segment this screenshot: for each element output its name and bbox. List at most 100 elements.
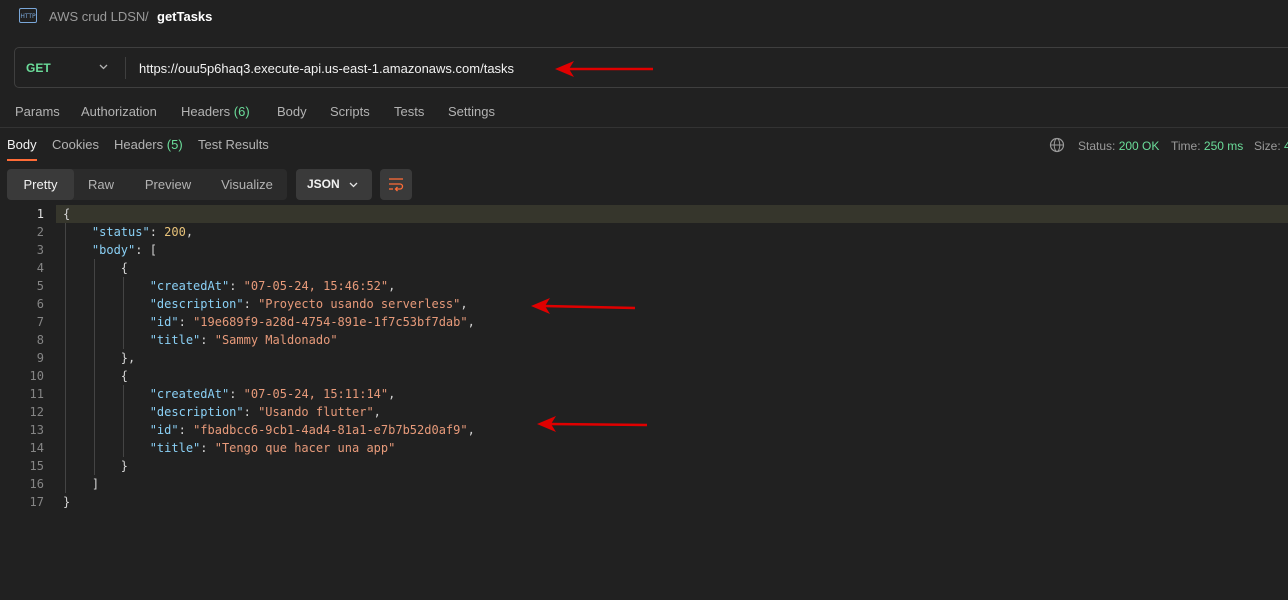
line-number: 16 [29, 477, 44, 491]
response-tab-test-results[interactable]: Test Results [198, 137, 269, 152]
chevron-down-icon[interactable] [99, 64, 108, 70]
line-number: 1 [36, 207, 44, 221]
annotation-arrow-icon [555, 61, 653, 77]
breadcrumb-collection[interactable]: AWS crud LDSN [49, 9, 145, 24]
tab-tests[interactable]: Tests [394, 104, 424, 119]
line-number: 17 [29, 495, 44, 509]
code-line: } [63, 457, 475, 475]
response-tab-headers-label: Headers [114, 137, 164, 152]
json-key: "id" [149, 315, 179, 329]
line-number: 14 [29, 441, 44, 455]
globe-icon[interactable] [1049, 137, 1065, 153]
tab-body[interactable]: Body [277, 104, 307, 119]
json-key: "status" [91, 225, 150, 239]
line-number: 10 [29, 369, 44, 383]
json-brace: } [120, 351, 129, 365]
annotation-arrow-icon [537, 416, 648, 432]
json-key: "createdAt" [149, 387, 230, 401]
annotation-arrow-icon [531, 298, 636, 314]
line-number: 13 [29, 423, 44, 437]
code-line: { [63, 259, 475, 277]
time-value: 250 ms [1203, 139, 1244, 153]
format-preview[interactable]: Preview [131, 169, 205, 200]
code-line: "title": "Sammy Maldonado" [149, 333, 338, 347]
http-request-icon: HTTP [19, 8, 37, 23]
json-key: "title" [149, 441, 201, 455]
json-string: "Usando flutter" [258, 405, 374, 419]
wrap-text-icon [389, 178, 404, 192]
time-label: Time: [1171, 139, 1201, 153]
line-number: 2 [36, 225, 44, 239]
line-number: 15 [29, 459, 44, 473]
code-line: "id": "19e689f9-a28d-4754-891e-1f7c53bf7… [149, 315, 475, 329]
tab-params[interactable]: Params [15, 104, 60, 119]
response-tab-cookies[interactable]: Cookies [52, 137, 99, 152]
tab-headers[interactable]: Headers (6) [181, 104, 250, 119]
response-tab-headers[interactable]: Headers (5) [114, 137, 183, 152]
json-brace: } [63, 495, 71, 509]
response-tab-body[interactable]: Body [7, 137, 37, 152]
format-toggle-group: Pretty Raw Preview Visualize [7, 169, 287, 200]
json-key: "createdAt" [149, 279, 230, 293]
tab-scripts[interactable]: Scripts [330, 104, 370, 119]
response-time[interactable]: Time: 250 ms [1171, 139, 1243, 153]
code-line: ] [63, 475, 475, 493]
line-number: 5 [36, 279, 44, 293]
json-string: "07-05-24, 15:46:52" [243, 279, 389, 293]
language-label: JSON [307, 177, 340, 191]
json-key: "description" [149, 297, 244, 311]
json-string: "fbadbcc6-9cb1-4ad4-81a1-e7b7b52d0af9" [193, 423, 468, 437]
line-number: 4 [36, 261, 44, 275]
code-line: "createdAt": "07-05-24, 15:11:14", [149, 387, 396, 401]
size-label: Size: [1254, 139, 1281, 153]
json-key: "description" [149, 405, 244, 419]
json-brace: { [120, 369, 129, 383]
line-number: 6 [36, 297, 44, 311]
code-line: "title": "Tengo que hacer una app" [149, 441, 396, 455]
response-body-code[interactable]: { "status": 200, "body": [ { "createdAt"… [63, 205, 475, 511]
url-input[interactable]: https://ouu5p6haq3.execute-api.us-east-1… [139, 61, 514, 76]
code-line: "description": "Proyecto usando serverle… [149, 297, 468, 311]
response-size[interactable]: Size: 4 [1254, 139, 1288, 153]
code-line: "createdAt": "07-05-24, 15:46:52", [149, 279, 396, 293]
format-visualize[interactable]: Visualize [209, 169, 285, 200]
format-pretty[interactable]: Pretty [7, 169, 74, 200]
json-brace: { [120, 261, 129, 275]
json-key: "title" [149, 333, 201, 347]
code-line: } [63, 493, 475, 511]
section-divider [0, 127, 1288, 128]
code-line: "status": 200, [91, 225, 194, 239]
request-title[interactable]: getTasks [157, 9, 212, 24]
response-tab-headers-count: (5) [166, 137, 183, 152]
svg-text:HTTP: HTTP [20, 13, 36, 20]
format-raw[interactable]: Raw [77, 169, 125, 200]
tab-headers-label: Headers [181, 104, 231, 119]
line-number-gutter: 1 2 3 4 5 6 7 8 9 10 11 12 13 14 15 16 1… [0, 205, 44, 511]
json-bracket: ] [91, 477, 100, 491]
code-line: "id": "fbadbcc6-9cb1-4ad4-81a1-e7b7b52d0… [149, 423, 475, 437]
code-line: { [63, 205, 475, 223]
line-number: 7 [36, 315, 44, 329]
status-value: 200 OK [1118, 139, 1160, 153]
chevron-down-icon [349, 182, 358, 188]
active-tab-indicator [7, 159, 37, 161]
size-value: 4 [1284, 139, 1288, 153]
language-select[interactable]: JSON [296, 169, 372, 200]
breadcrumb-separator: / [145, 9, 149, 24]
response-status[interactable]: Status: 200 OK [1078, 139, 1159, 153]
tab-settings[interactable]: Settings [448, 104, 495, 119]
url-divider [125, 57, 126, 79]
line-number: 3 [36, 243, 44, 257]
line-number: 8 [36, 333, 44, 347]
json-key: "body" [91, 243, 136, 257]
method-select[interactable]: GET [26, 61, 51, 75]
json-bracket: [ [149, 243, 157, 257]
tab-authorization[interactable]: Authorization [81, 104, 157, 119]
wrap-lines-button[interactable] [380, 169, 412, 200]
json-brace: } [120, 459, 129, 473]
json-string: "07-05-24, 15:11:14" [243, 387, 389, 401]
code-line: "description": "Usando flutter", [149, 405, 381, 419]
json-string: "Proyecto usando serverless" [258, 297, 461, 311]
code-line: "body": [ [91, 243, 157, 257]
line-number: 12 [29, 405, 44, 419]
